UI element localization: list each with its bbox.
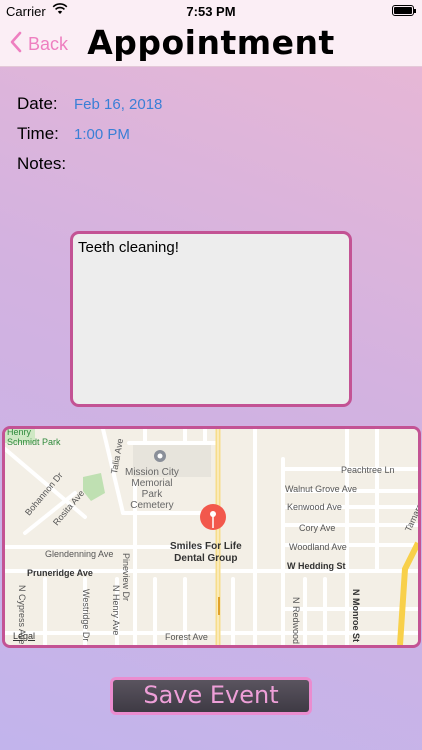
location-map[interactable]: Henry Schmidt Park Mission City Memorial… — [2, 426, 421, 648]
date-value[interactable]: Feb 16, 2018 — [74, 96, 162, 113]
street-label: Kenwood Ave — [287, 502, 342, 512]
battery-icon — [392, 5, 416, 16]
date-label: Date: — [17, 94, 58, 113]
status-time: 7:53 PM — [186, 4, 236, 19]
status-bar: Carrier 7:53 PM — [0, 0, 422, 22]
back-button-label: Back — [28, 33, 69, 54]
street-label: Forest Ave — [165, 632, 208, 642]
save-event-button[interactable]: Save Event — [110, 677, 312, 715]
street-label: N Monroe St — [351, 589, 361, 642]
street-label: N Redwood Ave — [291, 597, 301, 648]
street-label: Woodland Ave — [289, 542, 347, 552]
time-label: Time: — [17, 124, 59, 143]
street-label: Pruneridge Ave — [27, 568, 93, 578]
map-pin-icon — [200, 504, 226, 530]
chevron-left-icon — [10, 31, 28, 58]
street-label: Glendenning Ave — [45, 549, 114, 559]
street-label: Walnut Grove Ave — [285, 484, 358, 494]
street-label: Cory Ave — [299, 523, 336, 533]
street-label: W Hedding St — [287, 561, 346, 571]
street-label: Pineview Dr — [121, 553, 131, 602]
map-poi-cemetery: Mission City Memorial Park Cemetery — [125, 467, 179, 511]
notes-textarea[interactable]: Teeth cleaning! — [70, 231, 352, 407]
back-button[interactable]: Back — [10, 30, 68, 58]
time-value[interactable]: 1:00 PM — [74, 126, 130, 143]
street-label: Westridge Dr — [81, 589, 91, 642]
map-park-label: Henry Schmidt Park — [7, 427, 61, 447]
notes-label: Notes: — [17, 154, 67, 173]
map-legal-link[interactable]: Legal — [13, 631, 35, 641]
navigation-bar: Appointment Back — [0, 22, 422, 67]
street-label: Peachtree Ln — [341, 465, 395, 475]
map-place-label: Smiles For Life Dental Group — [170, 541, 242, 564]
street-label: N Henry Ave — [111, 585, 121, 636]
